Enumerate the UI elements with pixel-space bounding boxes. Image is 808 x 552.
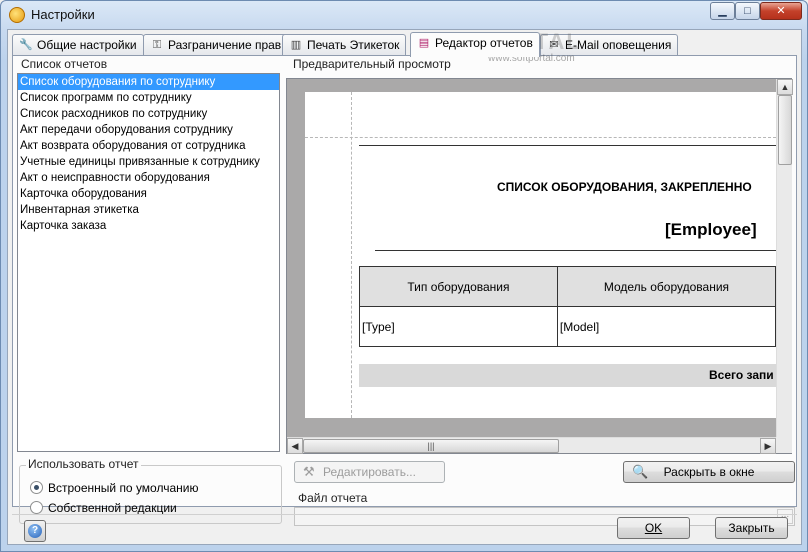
tab-access-rights[interactable]: ⚿ Разграничение прав [143,34,289,56]
equipment-table: Тип оборудования Модель оборудования [Ty… [359,266,776,347]
table-row: [Type] [Model] [359,306,776,347]
horizontal-scrollbar[interactable]: ◀ ||| ▶ [287,437,776,454]
window-title: Настройки [31,7,95,22]
list-item[interactable]: Список программ по сотруднику [18,90,279,106]
preview-page: СПИСОК ОБОРУДОВАНИЯ, ЗАКРЕПЛЕННО [Employ… [305,92,776,418]
list-item[interactable]: Акт возврата оборудования от сотрудника [18,138,279,154]
ok-label: OK [644,521,663,535]
tab-label: Печать Этикеток [307,38,400,52]
help-button[interactable]: ? [24,520,46,542]
close-button[interactable]: Закрыть [715,517,788,539]
margin-guide [351,92,352,418]
tools-icon: ⚒ [303,464,315,479]
scroll-thumb[interactable]: ||| [303,439,559,453]
edit-button-label: Редактировать... [323,465,416,479]
report-editor-panel: Список отчетов Список оборудования по со… [12,55,797,526]
table-header-row: Тип оборудования Модель оборудования [359,266,776,307]
use-report-label: Использовать отчет [26,457,141,471]
zoom-window-icon: 🔍 [632,464,649,479]
radio-label: Встроенный по умолчанию [48,481,199,495]
column-header: Модель оборудования [556,266,776,307]
reports-list-label: Список отчетов [19,57,110,71]
ok-button[interactable]: OK [617,517,690,539]
open-window-label: Раскрыть в окне [663,465,755,479]
divider [12,514,797,515]
scroll-thumb[interactable] [778,95,792,165]
maximize-button[interactable]: □ [735,2,760,20]
radio-label: Собственной редакции [48,501,177,515]
key-icon: ⚿ [152,39,162,51]
edit-button[interactable]: ⚒ Редактировать... [294,461,445,483]
preview-label: Предварительный просмотр [291,57,453,71]
wrench-icon: 🔧 [19,39,33,51]
report-title: СПИСОК ОБОРУДОВАНИЯ, ЗАКРЕПЛЕННО [497,180,752,194]
total-row: Всего запи [359,364,776,387]
radio-checked-icon[interactable] [30,481,43,494]
list-item[interactable]: Учетные единицы привязанные к сотруднику [18,154,279,170]
employee-field: [Employee] [665,220,757,239]
list-item[interactable]: Карточка оборудования [18,186,279,202]
margin-guide [305,137,776,138]
list-item[interactable]: Акт передачи оборудования сотруднику [18,122,279,138]
table-cell: [Type] [359,306,558,347]
column-header: Тип оборудования [359,266,558,307]
app-gear-icon [9,7,25,23]
list-item[interactable]: Карточка заказа [18,218,279,234]
list-item[interactable]: Список оборудования по сотруднику [18,74,279,90]
report-file-label: Файл отчета [296,491,370,505]
reports-listbox[interactable]: Список оборудования по сотруднику Список… [17,73,280,452]
tab-general-settings[interactable]: 🔧 Общие настройки [12,34,144,56]
divider [359,145,776,146]
radio-unchecked-icon[interactable] [30,501,43,514]
barcode-icon: ▥ [290,39,302,51]
divider [375,250,776,251]
tab-label: Общие настройки [37,38,137,52]
mail-icon: ✉ [549,39,559,51]
report-preview[interactable]: СПИСОК ОБОРУДОВАНИЯ, ЗАКРЕПЛЕННО [Employ… [286,78,793,454]
report-icon: ▤ [418,37,430,49]
tab-label: E-Mail оповещения [565,38,672,52]
minimize-button[interactable]: ▁ [710,2,735,20]
table-cell: [Model] [556,306,776,347]
open-in-window-button[interactable]: 🔍 Раскрыть в окне [623,461,795,483]
list-item[interactable]: Список расходников по сотруднику [18,106,279,122]
scroll-left-icon[interactable]: ◀ [287,438,303,454]
list-item[interactable]: Инвентарная этикетка [18,202,279,218]
help-icon: ? [28,524,42,538]
tab-report-editor[interactable]: ▤ Редактор отчетов [410,32,540,57]
scroll-right-icon[interactable]: ▶ [760,438,776,454]
settings-window: Настройки ▁ □ ✕ 🔧 Общие настройки ⚿ Разг… [0,0,808,552]
close-label: Закрыть [728,521,775,535]
use-report-group: Использовать отчет Встроенный по умолчан… [19,457,282,524]
dialog-client-area: 🔧 Общие настройки ⚿ Разграничение прав ▥… [7,29,802,545]
list-item[interactable]: Акт о неисправности оборудования [18,170,279,186]
tab-label: Разграничение прав [168,38,282,52]
tab-label-printing[interactable]: ▥ Печать Этикеток [282,34,407,56]
close-window-button[interactable]: ✕ [760,2,802,20]
scroll-up-icon[interactable]: ▲ [777,79,793,95]
scroll-corner [776,437,792,453]
tab-label: Редактор отчетов [435,36,533,50]
radio-builtin[interactable]: Встроенный по умолчанию [30,480,198,496]
title-bar: Настройки ▁ □ ✕ [1,1,807,29]
vertical-scrollbar[interactable]: ▲ [776,79,793,437]
